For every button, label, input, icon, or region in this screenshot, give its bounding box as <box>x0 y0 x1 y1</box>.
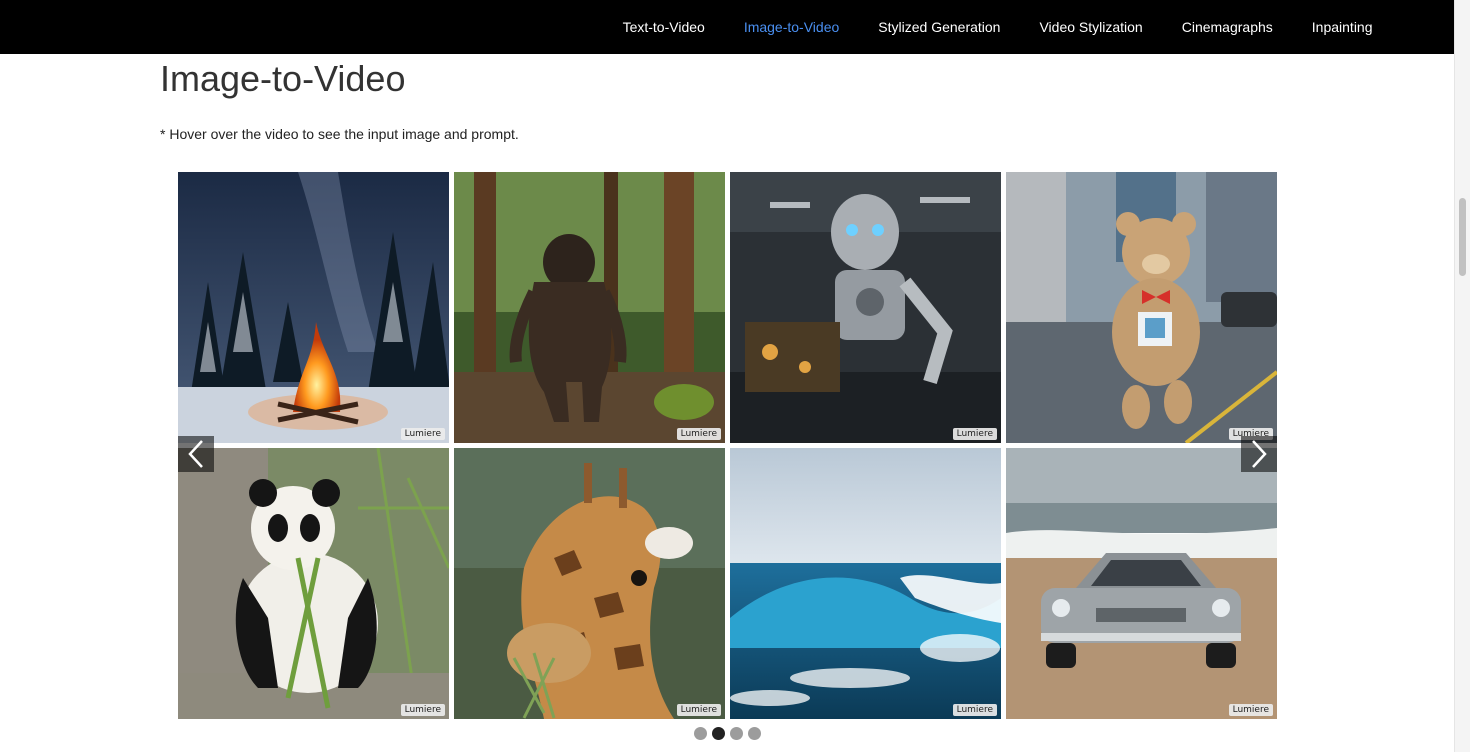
lumiere-badge: Lumiere <box>1228 704 1273 716</box>
top-navbar: Text-to-Video Image-to-Video Stylized Ge… <box>0 0 1455 54</box>
carousel-dot-2[interactable] <box>712 727 725 740</box>
nav-link-text-to-video[interactable]: Text-to-Video <box>603 19 724 35</box>
carousel-dot-1[interactable] <box>694 727 707 740</box>
video-tile-car[interactable]: Lumiere <box>1006 448 1277 719</box>
lumiere-badge: Lumiere <box>952 704 997 716</box>
video-tile-giraffe[interactable]: Lumiere <box>454 448 725 719</box>
carousel-dot-3[interactable] <box>730 727 743 740</box>
giraffe-thumbnail <box>454 448 725 719</box>
video-tile-campfire[interactable]: Lumiere <box>178 172 449 443</box>
video-tile-robot[interactable]: Lumiere <box>730 172 1001 443</box>
nav-link-cinemagraphs[interactable]: Cinemagraphs <box>1162 19 1292 35</box>
carousel-next-button[interactable] <box>1241 436 1277 472</box>
robot-thumbnail <box>730 172 1001 443</box>
lumiere-badge: Lumiere <box>400 704 445 716</box>
campfire-thumbnail <box>178 172 449 443</box>
video-grid: Lumiere Lumiere Lumiere Lumiere Lumiere … <box>178 172 1277 719</box>
carousel-pagination <box>694 727 761 740</box>
carousel-prev-button[interactable] <box>178 436 214 472</box>
lumiere-badge: Lumiere <box>400 428 445 440</box>
chevron-right-icon <box>1252 440 1267 468</box>
scrollbar-thumb[interactable] <box>1459 198 1466 276</box>
car-thumbnail <box>1006 448 1277 719</box>
panda-thumbnail <box>178 448 449 719</box>
nav-link-inpainting[interactable]: Inpainting <box>1292 19 1392 35</box>
bigfoot-thumbnail <box>454 172 725 443</box>
nav-links: Text-to-Video Image-to-Video Stylized Ge… <box>603 0 1392 54</box>
carousel-dot-4[interactable] <box>748 727 761 740</box>
video-tile-wave[interactable]: Lumiere <box>730 448 1001 719</box>
nav-link-video-stylization[interactable]: Video Stylization <box>1020 19 1162 35</box>
video-tile-teddy-bear[interactable]: Lumiere <box>1006 172 1277 443</box>
lumiere-badge: Lumiere <box>676 428 721 440</box>
hover-hint: * Hover over the video to see the input … <box>160 126 519 142</box>
video-carousel: Lumiere Lumiere Lumiere Lumiere Lumiere … <box>178 172 1277 719</box>
teddy-bear-thumbnail <box>1006 172 1277 443</box>
page-scrollbar[interactable] <box>1454 0 1470 752</box>
nav-link-stylized-generation[interactable]: Stylized Generation <box>859 19 1020 35</box>
lumiere-badge: Lumiere <box>676 704 721 716</box>
wave-thumbnail <box>730 448 1001 719</box>
chevron-left-icon <box>188 440 203 468</box>
video-tile-bigfoot[interactable]: Lumiere <box>454 172 725 443</box>
page-title: Image-to-Video <box>160 58 406 99</box>
nav-link-image-to-video[interactable]: Image-to-Video <box>724 19 858 35</box>
lumiere-badge: Lumiere <box>952 428 997 440</box>
video-tile-panda[interactable]: Lumiere <box>178 448 449 719</box>
